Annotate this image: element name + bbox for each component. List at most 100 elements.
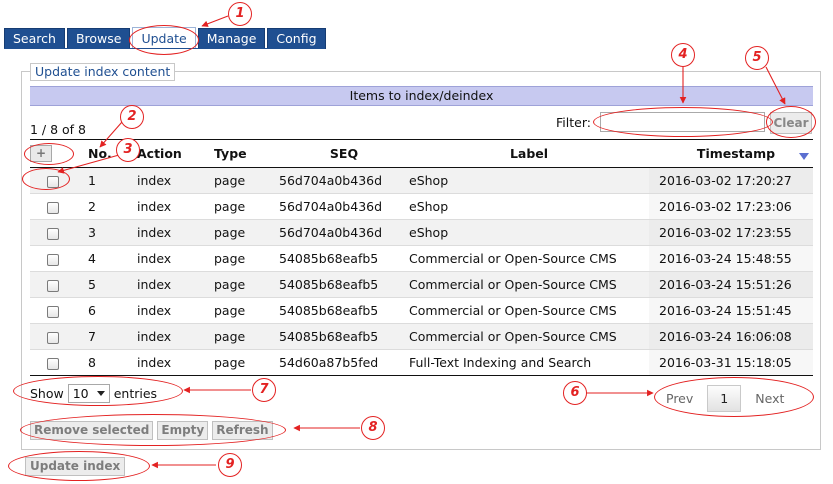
- cell-type: page: [214, 219, 279, 246]
- annotation-highlight-add-button: [24, 143, 74, 165]
- cell-timestamp: 2016-03-24 16:06:08: [649, 323, 813, 350]
- filter-label: Filter:: [556, 115, 591, 130]
- column-action[interactable]: Action: [137, 139, 214, 168]
- cell-type: page: [214, 297, 279, 324]
- row-checkbox[interactable]: [46, 279, 59, 292]
- annotation-number-4: 4: [671, 43, 695, 67]
- cell-seq: 54d60a87b5fed: [279, 349, 409, 376]
- annotation-highlight-filter: [593, 107, 773, 137]
- row-checkbox[interactable]: [46, 331, 59, 344]
- annotation-number-8: 8: [361, 416, 385, 440]
- cell-no: 2: [75, 193, 137, 220]
- row-checkbox[interactable]: [46, 201, 59, 214]
- row-checkbox[interactable]: [46, 227, 59, 240]
- cell-action: index: [137, 245, 214, 272]
- cell-type: page: [214, 271, 279, 298]
- cell-action: index: [137, 219, 214, 246]
- cell-seq: 54085b68eafb5: [279, 245, 409, 272]
- panel-title: Items to index/deindex: [30, 86, 813, 106]
- cell-label: Commercial or Open-Source CMS: [409, 297, 649, 324]
- tab-search[interactable]: Search: [4, 28, 65, 49]
- cell-type: page: [214, 193, 279, 220]
- cell-type: page: [214, 323, 279, 350]
- table-row[interactable]: 4 index page 54085b68eafb5 Commercial or Ope…: [30, 245, 813, 272]
- tab-browse[interactable]: Browse: [66, 28, 131, 49]
- annotation-highlight-checkbox: [22, 168, 70, 190]
- column-type[interactable]: Type: [214, 139, 279, 168]
- column-timestamp[interactable]: Timestamp: [649, 139, 813, 168]
- table-row[interactable]: 6 index page 54085b68eafb5 Commercial or Ope…: [30, 297, 813, 324]
- table-row[interactable]: 1 index page 56d704a0b436d eShop 2016-03-02 1…: [30, 167, 813, 194]
- row-select-cell: [30, 219, 75, 246]
- sort-desc-icon[interactable]: [799, 153, 809, 160]
- row-checkbox[interactable]: [46, 357, 59, 370]
- table-row[interactable]: 3 index page 56d704a0b436d eShop 2016-03-02 1…: [30, 219, 813, 246]
- cell-seq: 54085b68eafb5: [279, 271, 409, 298]
- cell-label: Full-Text Indexing and Search: [409, 349, 649, 376]
- tab-manage[interactable]: Manage: [197, 28, 266, 49]
- cell-seq: 56d704a0b436d: [279, 219, 409, 246]
- cell-type: page: [214, 167, 279, 194]
- table-info: 1 / 8 of 8: [30, 122, 87, 137]
- cell-timestamp: 2016-03-31 15:18:05: [649, 349, 813, 376]
- cell-no: 3: [75, 219, 137, 246]
- cell-label: Commercial or Open-Source CMS: [409, 323, 649, 350]
- row-select-cell: [30, 297, 75, 324]
- row-select-cell: [30, 245, 75, 272]
- table-header: + No. Action Type SEQ Label Timestamp: [30, 139, 813, 168]
- annotation-number-7: 7: [252, 378, 276, 402]
- annotation-highlight-update-index: [8, 451, 150, 481]
- column-label[interactable]: Label: [409, 139, 649, 168]
- cell-seq: 54085b68eafb5: [279, 297, 409, 324]
- cell-no: 6: [75, 297, 137, 324]
- cell-action: index: [137, 193, 214, 220]
- annotation-number-3: 3: [116, 138, 140, 162]
- cell-type: page: [214, 245, 279, 272]
- cell-no: 8: [75, 349, 137, 376]
- cell-action: index: [137, 297, 214, 324]
- column-timestamp-label: Timestamp: [696, 146, 776, 161]
- cell-seq: 56d704a0b436d: [279, 193, 409, 220]
- cell-label: eShop: [409, 167, 649, 194]
- table-row[interactable]: 8 index page 54d60a87b5fed Full-Text Indexin…: [30, 349, 813, 376]
- cell-action: index: [137, 349, 214, 376]
- annotation-number-5: 5: [745, 46, 769, 70]
- cell-timestamp: 2016-03-02 17:23:06: [649, 193, 813, 220]
- cell-action: index: [137, 323, 214, 350]
- cell-label: eShop: [409, 193, 649, 220]
- cell-timestamp: 2016-03-24 15:51:26: [649, 271, 813, 298]
- cell-seq: 56d704a0b436d: [279, 167, 409, 194]
- table-row[interactable]: 2 index page 56d704a0b436d eShop 2016-03-02 1…: [30, 193, 813, 220]
- cell-action: index: [137, 271, 214, 298]
- cell-timestamp: 2016-03-02 17:20:27: [649, 167, 813, 194]
- annotation-highlight-length: [13, 376, 183, 406]
- cell-timestamp: 2016-03-24 15:48:55: [649, 245, 813, 272]
- annotation-number-9: 9: [218, 453, 242, 477]
- row-select-cell: [30, 271, 75, 298]
- cell-no: 4: [75, 245, 137, 272]
- cell-label: Commercial or Open-Source CMS: [409, 245, 649, 272]
- annotation-number-1: 1: [228, 2, 252, 26]
- row-select-cell: [30, 323, 75, 350]
- cell-label: eShop: [409, 219, 649, 246]
- annotation-highlight-clear: [766, 106, 816, 138]
- cell-label: Commercial or Open-Source CMS: [409, 271, 649, 298]
- row-checkbox[interactable]: [46, 253, 59, 266]
- cell-timestamp: 2016-03-02 17:23:55: [649, 219, 813, 246]
- annotation-highlight-pager: [654, 377, 814, 417]
- annotation-number-6: 6: [563, 381, 587, 405]
- tab-config[interactable]: Config: [267, 28, 326, 49]
- annotation-highlight-update-tab: [129, 25, 199, 55]
- row-select-cell: [30, 349, 75, 376]
- panel-legend: Update index content: [30, 63, 176, 81]
- row-checkbox[interactable]: [46, 305, 59, 318]
- cell-action: index: [137, 167, 214, 194]
- row-select-cell: [30, 193, 75, 220]
- cell-no: 5: [75, 271, 137, 298]
- cell-type: page: [214, 349, 279, 376]
- cell-seq: 54085b68eafb5: [279, 323, 409, 350]
- cell-timestamp: 2016-03-24 15:51:45: [649, 297, 813, 324]
- column-seq[interactable]: SEQ: [279, 139, 409, 168]
- table-row[interactable]: 5 index page 54085b68eafb5 Commercial or Ope…: [30, 271, 813, 298]
- table-row[interactable]: 7 index page 54085b68eafb5 Commercial or Ope…: [30, 323, 813, 350]
